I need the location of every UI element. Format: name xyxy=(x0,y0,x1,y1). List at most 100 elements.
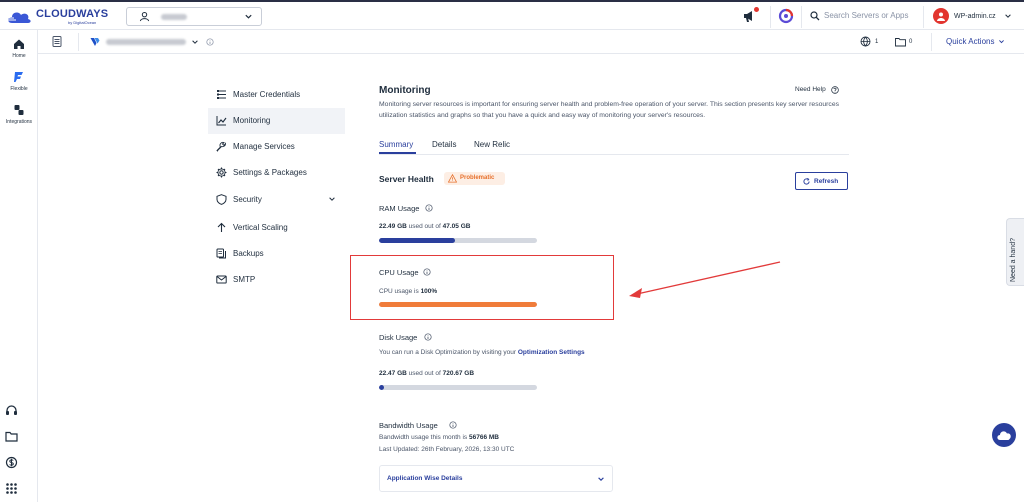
ram-total: 47.05 GB xyxy=(442,223,471,230)
support-headset-icon[interactable] xyxy=(5,404,18,417)
menu-item-backups[interactable]: Backups xyxy=(208,241,345,267)
application-wise-details-dropdown[interactable]: Application Wise Details xyxy=(379,465,613,492)
vultr-icon xyxy=(90,38,100,46)
bandwidth-text: Bandwidth usage this month is xyxy=(379,434,468,441)
monitoring-tabs: Summary Details New Relic xyxy=(379,138,849,155)
menu-label: Manage Services xyxy=(233,142,295,151)
page-title: Monitoring xyxy=(379,85,431,96)
ram-usage-label: RAM Usage xyxy=(379,204,420,213)
info-icon[interactable] xyxy=(206,38,214,46)
search-placeholder: Search Servers or Apps xyxy=(824,11,909,20)
menu-label: SMTP xyxy=(233,275,256,284)
left-rail: Home Flexible Integrations xyxy=(0,30,38,502)
wrench-icon xyxy=(216,141,226,152)
disk-usage-label: Disk Usage xyxy=(379,333,418,342)
menu-label: Settings & Packages xyxy=(233,168,307,177)
arrow-up-icon xyxy=(217,222,226,232)
disk-usage-text: 22.47 GB used out of 720.67 GB xyxy=(379,370,474,377)
disk-used-text: used out of xyxy=(408,370,441,377)
cloudways-logo[interactable]: CLOUDWAYS by DigitalOcean xyxy=(6,7,116,27)
apps-grid-icon[interactable] xyxy=(5,482,18,495)
cloud-logo-icon xyxy=(8,12,31,23)
rail-label-integrations: Integrations xyxy=(5,119,33,125)
tab-new-relic[interactable]: New Relic xyxy=(474,140,510,149)
menu-item-manage-services[interactable]: Manage Services xyxy=(208,134,345,160)
rail-item-flexible[interactable]: Flexible xyxy=(0,71,38,92)
blurred-server-name xyxy=(161,14,187,20)
info-icon[interactable] xyxy=(425,204,433,212)
server-selector[interactable] xyxy=(126,7,262,26)
cloud-chat-icon xyxy=(997,431,1011,440)
tab-details[interactable]: Details xyxy=(432,140,456,149)
brand-name: CLOUDWAYS xyxy=(36,8,109,20)
annotation-arrow xyxy=(629,261,781,298)
application-wise-details-label: Application Wise Details xyxy=(387,475,463,482)
account-name[interactable]: WP-admin.cz xyxy=(954,13,996,20)
credentials-icon xyxy=(217,90,226,99)
menu-item-master-credentials[interactable]: Master Credentials xyxy=(208,82,345,108)
menu-item-settings-packages[interactable]: Settings & Packages xyxy=(208,160,345,186)
menu-label: Master Credentials xyxy=(233,90,301,99)
info-icon[interactable] xyxy=(424,333,432,341)
cpu-highlight-box xyxy=(350,255,614,320)
tab-summary[interactable]: Summary xyxy=(379,140,413,149)
brand-sub: by DigitalOcean xyxy=(68,20,97,25)
need-help-link[interactable]: Need Help xyxy=(795,86,826,93)
integrations-icon xyxy=(14,105,24,115)
monitoring-icon xyxy=(216,116,227,126)
blurred-server-label[interactable] xyxy=(106,39,186,45)
disk-used: 22.47 GB xyxy=(379,370,407,377)
warning-icon xyxy=(448,174,457,183)
info-icon[interactable] xyxy=(449,421,457,429)
search-field[interactable]: Search Servers or Apps xyxy=(810,10,920,24)
disk-optimization-text: You can run a Disk Optimization by visit… xyxy=(379,349,585,356)
bandwidth-value: 56766 MB xyxy=(468,434,499,441)
menu-item-vertical-scaling[interactable]: Vertical Scaling xyxy=(208,215,345,241)
refresh-label: Refresh xyxy=(814,178,839,185)
need-a-hand-tab[interactable]: Need a hand? xyxy=(1006,218,1024,286)
menu-item-monitoring[interactable]: Monitoring xyxy=(208,108,345,134)
apps-count: 1 xyxy=(875,39,879,45)
billing-icon[interactable] xyxy=(5,456,18,469)
bandwidth-usage-label: Bandwidth Usage xyxy=(379,421,438,430)
server-list-icon[interactable] xyxy=(52,36,62,47)
refresh-button[interactable]: Refresh xyxy=(795,172,848,190)
help-circle-icon[interactable] xyxy=(831,86,839,94)
menu-label: Security xyxy=(233,195,262,204)
www-apps-icon[interactable] xyxy=(860,36,871,47)
top-bar: CLOUDWAYS by DigitalOcean Search Servers… xyxy=(0,2,1024,30)
chevron-down-icon[interactable] xyxy=(191,38,199,46)
menu-item-security[interactable]: Security xyxy=(208,187,345,213)
folder-icon[interactable] xyxy=(5,430,18,443)
menu-item-smtp[interactable]: SMTP xyxy=(208,267,345,293)
server-health-title: Server Health xyxy=(379,174,434,184)
server-subbar: 1 0 Quick Actions xyxy=(38,30,1024,54)
copilot-icon[interactable] xyxy=(778,8,794,24)
shield-icon xyxy=(216,194,227,205)
quick-actions-button[interactable]: Quick Actions xyxy=(946,37,994,46)
disk-text: You can run a Disk Optimization by visit… xyxy=(379,349,517,356)
status-badge-label: Problematic xyxy=(460,175,495,181)
ram-usage-fill xyxy=(379,238,455,243)
menu-label: Monitoring xyxy=(233,116,271,125)
bandwidth-usage-text: Bandwidth usage this month is 56766 MB xyxy=(379,434,499,441)
chevron-down-icon[interactable] xyxy=(1004,12,1012,20)
folder-count: 0 xyxy=(909,39,913,45)
chat-widget-button[interactable] xyxy=(992,423,1016,447)
notification-dot xyxy=(754,7,759,12)
optimization-settings-link[interactable]: Optimization Settings xyxy=(518,349,585,356)
ram-used-text: used out of xyxy=(408,223,441,230)
refresh-icon xyxy=(803,178,810,185)
rail-item-integrations[interactable]: Integrations xyxy=(0,104,38,125)
backups-icon xyxy=(216,248,226,259)
rail-item-home[interactable]: Home xyxy=(0,38,38,59)
folder-icon[interactable] xyxy=(895,37,906,47)
user-avatar-icon xyxy=(937,12,945,21)
menu-label: Backups xyxy=(233,249,264,258)
avatar[interactable] xyxy=(933,8,949,24)
rail-label-flexible: Flexible xyxy=(10,86,28,92)
search-icon xyxy=(810,11,820,21)
divider xyxy=(801,6,802,28)
flexible-icon xyxy=(14,72,23,82)
chevron-down-icon[interactable] xyxy=(998,38,1005,45)
